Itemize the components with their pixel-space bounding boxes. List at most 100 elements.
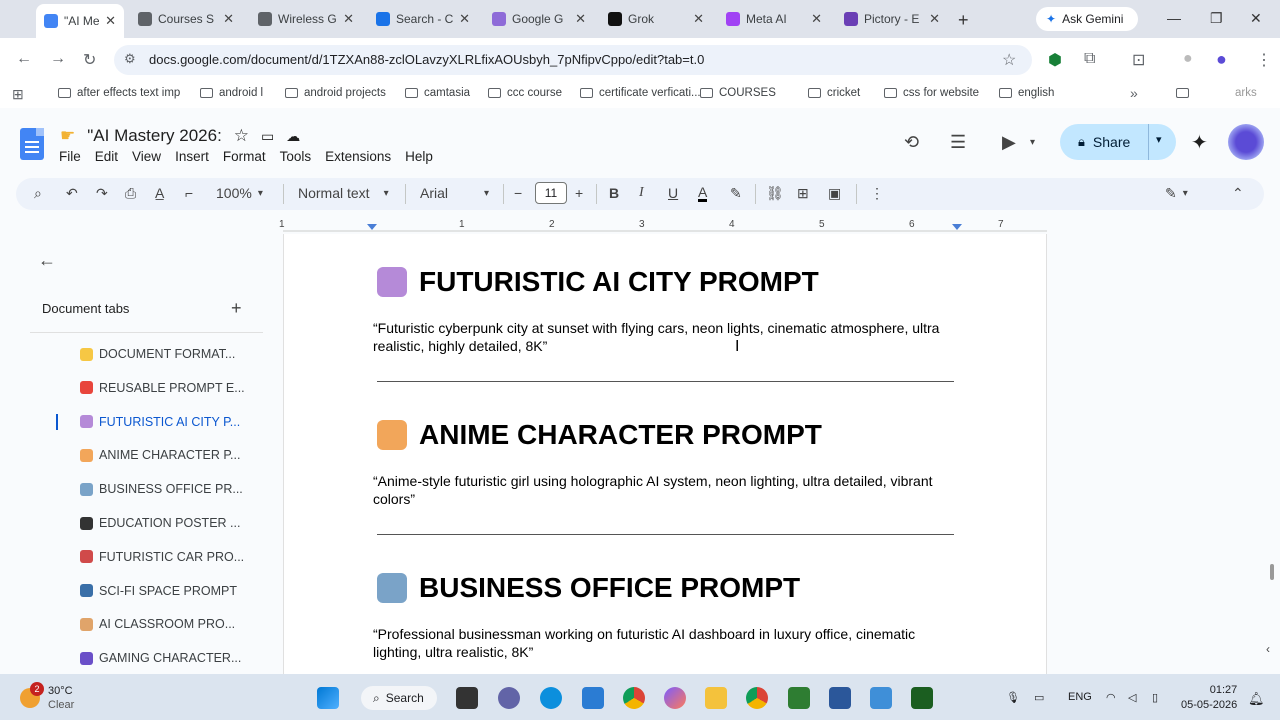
camtasia-recorder-icon[interactable] xyxy=(911,687,933,709)
section-heading[interactable]: FUTURISTIC AI CITY PROMPT xyxy=(377,266,819,298)
url-text[interactable]: docs.google.com/document/d/1TZXAn88-zclO… xyxy=(149,52,704,67)
editing-mode-icon[interactable]: ✎ ▾ xyxy=(1165,185,1188,202)
redo-icon[interactable]: ↷ xyxy=(96,185,108,202)
print-icon[interactable]: ⎙ xyxy=(125,185,136,202)
menu-item-format[interactable]: Format xyxy=(223,149,266,164)
browser-tab[interactable]: Pictory - E ✕ xyxy=(836,5,948,33)
hide-outline-back-icon[interactable]: ← xyxy=(38,250,56,271)
notifications-bell-icon[interactable]: 🔔︎ xyxy=(1248,691,1265,707)
task-view-icon[interactable] xyxy=(456,687,478,709)
browser-menu-icon[interactable]: ⋮ xyxy=(1256,50,1272,70)
battery-saver-icon[interactable]: ▭ xyxy=(1034,691,1044,704)
document-tab-item[interactable]: BUSINESS OFFICE PR... xyxy=(80,482,243,496)
font-select[interactable]: Arial ▾ xyxy=(420,185,489,201)
site-info-icon[interactable]: ⚙ xyxy=(124,51,136,67)
comments-icon[interactable]: ☰ xyxy=(950,132,966,153)
battery-icon[interactable]: ▯ xyxy=(1152,691,1158,704)
bookmark-item[interactable]: after effects text imp xyxy=(58,87,180,99)
paint-format-icon[interactable]: ⌐ xyxy=(185,185,193,201)
bookmark-item[interactable]: camtasia xyxy=(405,87,470,99)
link-icon[interactable]: ⛓ xyxy=(766,185,784,202)
wifi-icon[interactable]: ◠ xyxy=(1106,691,1116,704)
gemini-spark-icon[interactable]: ✦ xyxy=(1191,130,1208,155)
browser-tab[interactable]: Wireless G ✕ xyxy=(250,5,362,33)
menu-item-edit[interactable]: Edit xyxy=(95,149,118,164)
bookmark-star-icon[interactable]: ☆ xyxy=(1002,50,1016,70)
horizontal-ruler[interactable] xyxy=(283,216,1047,234)
chrome-icon[interactable] xyxy=(623,687,645,709)
microphone-icon[interactable]: 🎙︎ xyxy=(1006,691,1020,704)
zoom-select[interactable]: 100% ▾ xyxy=(216,185,263,201)
bookmark-item[interactable]: css for website xyxy=(884,87,979,99)
section-heading[interactable]: ANIME CHARACTER PROMPT xyxy=(377,419,822,451)
chrome-profile-icon[interactable] xyxy=(746,687,768,709)
document-tab-item[interactable]: SCI-FI SPACE PROMPT xyxy=(80,584,237,598)
bookmark-item[interactable]: ccc course xyxy=(488,87,562,99)
document-title-text[interactable]: "AI Mastery 2026: xyxy=(87,126,222,146)
document-tab-item[interactable]: ANIME CHARACTER P... xyxy=(80,448,240,462)
camtasia-icon[interactable] xyxy=(788,687,810,709)
share-button[interactable]: 🔒︎ Share ▾ xyxy=(1060,124,1176,160)
tab-close-icon[interactable]: ✕ xyxy=(459,11,470,27)
document-tab-item[interactable]: AI CLASSROOM PRO... xyxy=(80,617,235,631)
user-avatar[interactable] xyxy=(1228,124,1264,160)
text-color-icon[interactable]: A xyxy=(698,185,708,202)
star-icon[interactable]: ☆ xyxy=(234,126,249,146)
document-tab-item[interactable]: EDUCATION POSTER ... xyxy=(80,516,240,530)
cast-icon[interactable]: ⊡ xyxy=(1132,50,1145,70)
bookmark-item[interactable]: cricket xyxy=(808,87,860,99)
paragraph-style-select[interactable]: Normal text ▾ xyxy=(298,185,389,201)
document-tab-item[interactable]: FUTURISTIC CAR PRO... xyxy=(80,550,244,564)
hide-menus-icon[interactable]: ⌃ xyxy=(1232,185,1244,202)
menu-item-view[interactable]: View xyxy=(132,149,161,164)
taskbar-search[interactable]: ⌕ Search xyxy=(361,686,437,710)
new-tab-button[interactable]: + xyxy=(958,10,969,31)
document-tab-item[interactable]: REUSABLE PROMPT E... xyxy=(80,381,245,395)
search-menus-icon[interactable]: ⌕ xyxy=(34,185,42,202)
add-tab-button[interactable]: + xyxy=(231,298,242,319)
document-tab-item[interactable]: DOCUMENT FORMAT... xyxy=(80,347,235,361)
vertical-scrollbar[interactable] xyxy=(1270,564,1274,580)
photos-icon[interactable] xyxy=(870,687,892,709)
document-tab-item[interactable]: GAMING CHARACTER... xyxy=(80,651,241,665)
browser-tab[interactable]: Grok ✕ xyxy=(600,5,712,33)
system-clock[interactable]: 01:27 05-05-2026 xyxy=(1181,683,1237,713)
word-icon[interactable] xyxy=(829,687,851,709)
prompt-paragraph[interactable]: “Futuristic cyberpunk city at sunset wit… xyxy=(373,319,963,355)
tab-close-icon[interactable]: ✕ xyxy=(575,11,586,27)
move-folder-icon[interactable]: ▭ xyxy=(261,128,274,145)
browser-tab[interactable]: "AI Me ✕ xyxy=(36,4,124,38)
forward-icon[interactable]: → xyxy=(50,50,66,68)
document-page[interactable] xyxy=(283,234,1047,674)
browser-tab[interactable]: Meta AI ✕ xyxy=(718,5,830,33)
teams-icon[interactable] xyxy=(498,687,520,709)
tab-close-icon[interactable]: ✕ xyxy=(693,11,704,27)
menu-item-insert[interactable]: Insert xyxy=(175,149,209,164)
bookmark-item[interactable]: certificate verficati... xyxy=(580,87,701,99)
file-explorer-icon[interactable] xyxy=(705,687,727,709)
tab-close-icon[interactable]: ✕ xyxy=(343,11,354,27)
tab-close-icon[interactable]: ✕ xyxy=(929,11,940,27)
extension-icon[interactable]: ⬢ xyxy=(1048,50,1062,70)
underline-icon[interactable]: U xyxy=(668,185,678,201)
version-history-icon[interactable]: ⟲ xyxy=(904,132,919,153)
extensions-puzzle-icon[interactable]: ⧉ xyxy=(1084,50,1095,68)
right-indent-marker[interactable] xyxy=(952,224,962,230)
edge-icon[interactable] xyxy=(540,687,562,709)
font-size-input[interactable]: 11 xyxy=(535,182,567,204)
windows-start-icon[interactable] xyxy=(317,687,339,709)
meet-video-icon[interactable]: ▶ xyxy=(1002,132,1016,153)
profile-icon[interactable]: ● xyxy=(1183,50,1193,68)
apps-grid-icon[interactable]: ⊞ xyxy=(12,86,24,103)
bookmark-item[interactable]: android l xyxy=(200,87,263,99)
browser-tab[interactable]: Courses S ✕ xyxy=(130,5,242,33)
section-heading[interactable]: BUSINESS OFFICE PROMPT xyxy=(377,572,800,604)
more-options-icon[interactable]: ⋮ xyxy=(870,185,884,202)
undo-icon[interactable]: ↶ xyxy=(66,185,78,202)
meet-dropdown-icon[interactable]: ▾ xyxy=(1030,137,1035,148)
menu-item-help[interactable]: Help xyxy=(405,149,433,164)
left-indent-marker[interactable] xyxy=(367,224,377,230)
restore-icon[interactable]: ❐ xyxy=(1210,10,1223,27)
ask-gemini-button[interactable]: ✦ Ask Gemini xyxy=(1036,7,1138,31)
add-comment-icon[interactable]: ⊞ xyxy=(797,185,809,202)
